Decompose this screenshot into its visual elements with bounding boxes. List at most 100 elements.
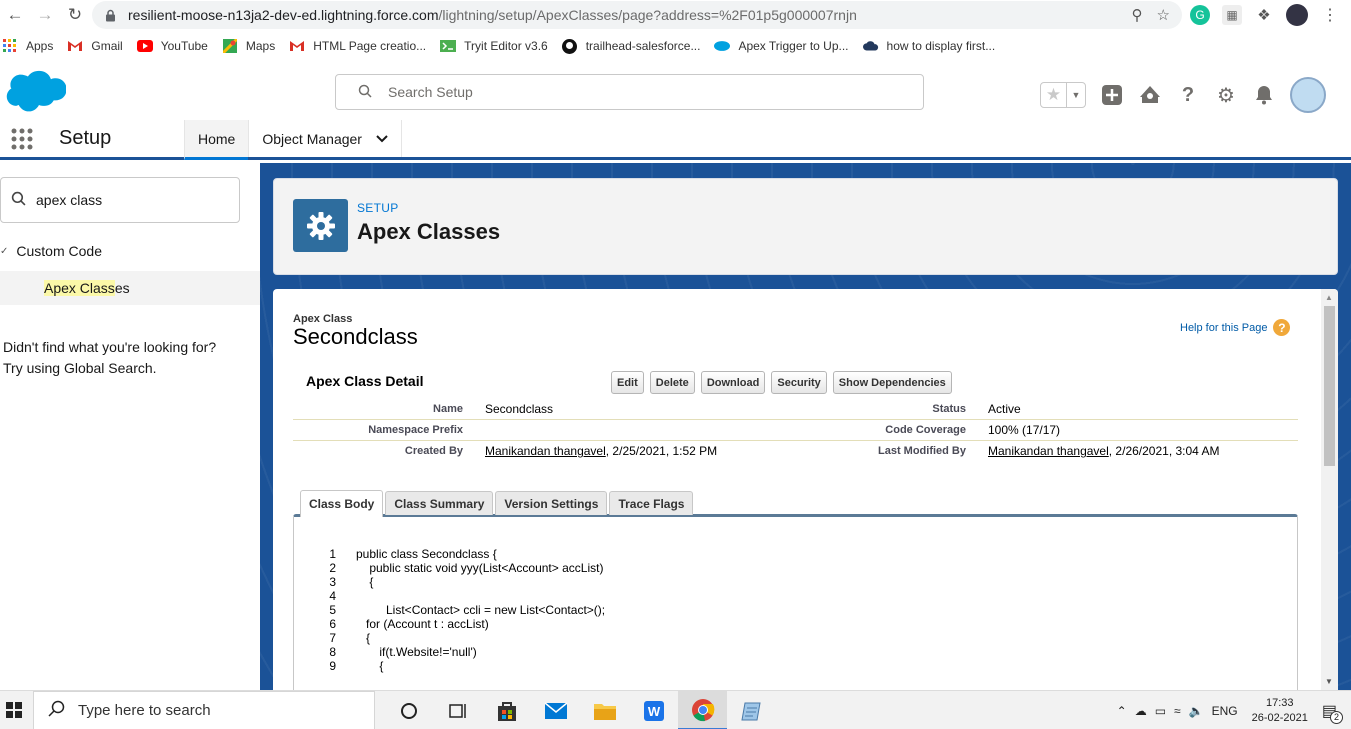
security-button[interactable]: Security	[771, 371, 827, 394]
notification-count-badge: 2	[1330, 710, 1343, 724]
field-row: Namespace Prefix Code Coverage 100% (17/…	[293, 420, 1298, 441]
notepad-icon[interactable]	[727, 691, 776, 729]
help-for-page-link[interactable]: Help for this Page ?	[1180, 319, 1291, 336]
forward-icon[interactable]: →	[30, 0, 60, 30]
tree-section-custom-code[interactable]: ✓ Custom Code	[0, 243, 102, 259]
bookmark-item[interactable]: Gmail	[67, 39, 123, 53]
bookmark-item[interactable]: trailhead-salesforce...	[562, 38, 700, 54]
delete-button[interactable]: Delete	[649, 371, 695, 394]
file-explorer-icon[interactable]	[580, 691, 629, 729]
scroll-up-icon[interactable]: ▲	[1325, 293, 1333, 302]
favorites-button[interactable]: ★ ▼	[1040, 82, 1086, 108]
line-number: 3	[329, 575, 336, 589]
vertical-scrollbar[interactable]: ▲ ▼	[1321, 289, 1338, 690]
code-line: 7 {	[316, 631, 605, 645]
salesforce-logo[interactable]	[4, 70, 67, 121]
chevron-down-icon: ▼	[1071, 90, 1081, 100]
wifi-icon[interactable]: ≈	[1174, 704, 1181, 718]
profile-avatar-icon[interactable]	[1286, 4, 1308, 26]
bookmark-label: Apex Trigger to Up...	[738, 39, 849, 53]
bell-icon[interactable]	[1252, 83, 1276, 107]
field-label-namespace: Namespace Prefix	[368, 424, 463, 436]
scroll-down-icon[interactable]: ▼	[1325, 677, 1333, 686]
detail-tabs: Class Body Class Summary Version Setting…	[300, 490, 694, 517]
bookmark-item[interactable]: Apps	[2, 39, 53, 53]
trailhead-icon[interactable]	[1138, 83, 1162, 107]
gear-icon[interactable]: ⚙	[1214, 83, 1238, 107]
field-row: Name Secondclass Status Active	[293, 399, 1298, 420]
taskbar: Type here to search W ⌃ ☁ ▭ ≈ 🔈 ENG 17:3…	[0, 690, 1351, 729]
line-number: 6	[329, 617, 336, 631]
code-line: 5 List<Contact> ccli = new List<Contact>…	[316, 603, 605, 617]
code-text: {	[356, 631, 371, 645]
tab-trace-flags[interactable]: Trace Flags	[609, 491, 694, 515]
volume-icon[interactable]: 🔈	[1189, 704, 1204, 718]
tab-version-settings[interactable]: Version Settings	[495, 491, 608, 515]
reload-icon[interactable]: ↻	[60, 0, 90, 30]
main-content: SETUP Apex Classes Apex Class Secondclas…	[260, 163, 1351, 690]
writer-app-icon[interactable]: W	[629, 691, 678, 729]
bookmark-item[interactable]: HTML Page creatio...	[289, 39, 426, 53]
menu-kebab-icon[interactable]: ⋮	[1320, 5, 1340, 25]
language-indicator[interactable]: ENG	[1212, 704, 1238, 718]
extension-icon[interactable]: ▦	[1222, 5, 1242, 25]
w3schools-icon	[440, 39, 457, 53]
quick-find-value: apex class	[36, 192, 103, 208]
quick-find-input[interactable]: apex class	[0, 177, 240, 223]
windows-start-icon[interactable]	[0, 691, 28, 729]
download-button[interactable]: Download	[700, 371, 766, 394]
tab-class-summary[interactable]: Class Summary	[385, 491, 494, 515]
help-icon[interactable]: ?	[1176, 83, 1200, 107]
global-header: Search Setup ★ ▼ ? ⚙	[0, 64, 1351, 120]
onedrive-icon[interactable]: ☁	[1135, 704, 1147, 718]
zoom-icon[interactable]: ⚲	[1132, 6, 1143, 24]
taskbar-search-input[interactable]: Type here to search	[33, 691, 375, 729]
global-actions-add-icon[interactable]	[1100, 83, 1124, 107]
line-number: 8	[329, 645, 336, 659]
chevron-up-icon[interactable]: ⌃	[1117, 704, 1127, 718]
bookmark-item[interactable]: Tryit Editor v3.6	[440, 39, 548, 53]
created-by-user-link[interactable]: Manikandan thangavel	[485, 444, 606, 458]
battery-icon[interactable]: ▭	[1155, 704, 1166, 718]
tab-class-body[interactable]: Class Body	[300, 490, 384, 517]
tab-object-manager[interactable]: Object Manager	[248, 120, 402, 157]
address-bar[interactable]: resilient-moose-n13ja2-dev-ed.lightning.…	[92, 1, 1182, 29]
line-number: 4	[329, 589, 336, 603]
field-label-status: Status	[932, 403, 966, 415]
app-launcher-icon[interactable]	[0, 120, 44, 157]
detail-fields: Name Secondclass Status Active Namespace…	[293, 399, 1298, 462]
mail-icon[interactable]	[531, 691, 580, 729]
show-dependencies-button[interactable]: Show Dependencies	[832, 371, 952, 394]
modified-by-user-link[interactable]: Manikandan thangavel	[988, 444, 1109, 458]
tab-home[interactable]: Home	[184, 120, 249, 160]
clock-date: 26-02-2021	[1251, 711, 1308, 724]
cortana-icon[interactable]	[384, 691, 433, 729]
code-line: 1 public class Secondclass {	[316, 547, 605, 561]
chrome-icon[interactable]	[678, 691, 727, 729]
clock[interactable]: 17:33 26-02-2021	[1252, 696, 1308, 726]
grammarly-icon[interactable]: G	[1190, 5, 1210, 25]
puzzle-icon[interactable]: ❖	[1254, 5, 1274, 25]
github-icon	[562, 38, 578, 54]
user-avatar[interactable]	[1290, 77, 1326, 113]
bookmark-item[interactable]: YouTube	[136, 39, 208, 53]
code-text: List<Contact> ccli = new List<Contact>()…	[356, 603, 606, 617]
search-setup-input[interactable]: Search Setup	[335, 74, 924, 110]
detail-section-title: Apex Class Detail	[306, 373, 424, 389]
store-icon[interactable]	[482, 691, 531, 729]
bookmark-star-icon[interactable]: ☆	[1157, 6, 1170, 24]
edit-button[interactable]: Edit	[611, 371, 644, 394]
bookmark-item[interactable]: Apex Trigger to Up...	[714, 39, 849, 53]
bookmark-item[interactable]: how to display first...	[862, 39, 995, 53]
tree-item-apex-classes[interactable]: Apex Class es	[0, 271, 260, 305]
search-icon	[48, 700, 66, 722]
chevron-down-icon[interactable]	[376, 132, 388, 146]
url-text: resilient-moose-n13ja2-dev-ed.lightning.…	[128, 7, 857, 23]
task-view-icon[interactable]	[433, 691, 482, 729]
notifications-icon[interactable]: ▤ 2	[1322, 701, 1343, 724]
scrollbar-thumb[interactable]	[1324, 306, 1335, 466]
help-link-label: Help for this Page	[1180, 321, 1268, 334]
bookmark-item[interactable]: Maps	[222, 39, 275, 53]
tree-section-label: Custom Code	[16, 243, 102, 259]
back-icon[interactable]: ←	[0, 0, 30, 30]
